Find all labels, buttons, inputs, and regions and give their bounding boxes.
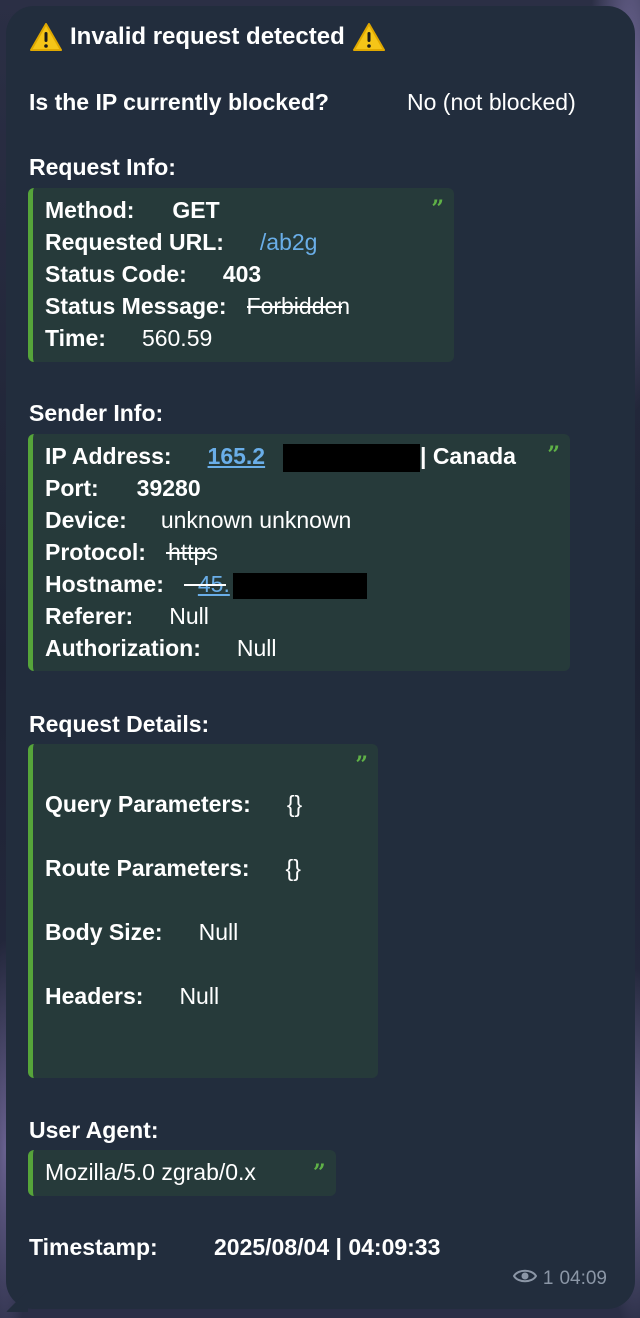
hostname-link[interactable]: 45. [183, 571, 230, 597]
hostname-row: Hostname: 45. [45, 570, 230, 598]
status-code-row: Status Code: 403 [45, 260, 261, 288]
quote-icon: ” [313, 1160, 326, 1186]
status-code-key: Status Code: [45, 261, 187, 287]
referer-key: Referer: [45, 603, 134, 629]
sender-info-quote[interactable]: ” IP Address: 165.2 | Canada Port: 39280 D… [28, 434, 570, 671]
time-row: Time: 560.59 [45, 324, 212, 352]
blocked-question: Is the IP currently blocked? [29, 89, 329, 115]
request-details-quote[interactable]: ” Query Parameters: {} Route Parameters: {… [28, 744, 378, 1078]
query-value: {} [286, 791, 303, 817]
device-row: Device: unknown unknown [45, 506, 351, 534]
title-text: Invalid request detected [70, 23, 345, 50]
query-key: Query Parameters: [45, 791, 251, 817]
blocked-answer: No (not blocked) [407, 89, 576, 115]
request-info-quote[interactable]: ” Method: GET Requested URL: /ab2g Status … [28, 188, 454, 362]
status-code-value: 403 [222, 261, 262, 287]
referer-value: Null [169, 603, 209, 629]
time-value: 560.59 [141, 325, 213, 351]
ip-link[interactable]: 165.2 [208, 443, 266, 469]
method-key: Method: [45, 197, 135, 223]
message-time: 04:09 [559, 1268, 607, 1289]
message-title: Invalid request detected [30, 22, 385, 52]
request-info-label: Request Info: [29, 154, 176, 180]
url-key: Requested URL: [45, 229, 224, 255]
user-agent-value: Mozilla/5.0 zgrab/0.x [45, 1159, 256, 1185]
status-message-key: Status Message: [45, 293, 227, 319]
body-size-row: Body Size: Null [45, 918, 238, 946]
route-row: Route Parameters: {} [45, 854, 301, 882]
user-agent-quote[interactable]: Mozilla/5.0 zgrab/0.x ” [28, 1150, 336, 1196]
headers-key: Headers: [45, 983, 144, 1009]
message-bubble[interactable]: Invalid request detected Is the IP curre… [6, 6, 635, 1312]
route-key: Route Parameters: [45, 855, 250, 881]
port-key: Port: [45, 475, 99, 501]
quote-icon: ” [431, 196, 444, 222]
ip-country: | Canada [420, 443, 516, 469]
warning-icon [30, 22, 62, 52]
request-details-label: Request Details: [29, 711, 210, 737]
status-message-value: Forbidden [246, 293, 351, 319]
timestamp-label: Timestamp: [29, 1234, 158, 1260]
body-size-value: Null [198, 919, 239, 945]
quote-icon: ” [355, 752, 368, 778]
status-message-row: Status Message: Forbidden [45, 292, 350, 320]
message-meta: 1 04:09 [512, 1268, 607, 1290]
query-row: Query Parameters: {} [45, 790, 302, 818]
redaction-box [283, 444, 420, 472]
sender-info-label: Sender Info: [29, 400, 164, 426]
view-count: 1 [542, 1268, 554, 1289]
route-value: {} [285, 855, 301, 881]
referer-row: Referer: Null [45, 602, 209, 630]
url-row: Requested URL: /ab2g [45, 228, 317, 256]
quote-icon: ” [547, 442, 560, 468]
time-key: Time: [45, 325, 106, 351]
headers-value: Null [179, 983, 220, 1009]
timestamp-value: 2025/08/04 | 04:09:33 [214, 1234, 441, 1260]
redaction-box [233, 573, 367, 599]
authorization-key: Authorization: [45, 635, 201, 661]
headers-row: Headers: Null [45, 982, 219, 1010]
warning-icon [352, 22, 385, 52]
device-value: unknown unknown [160, 507, 352, 533]
port-row: Port: 39280 [45, 474, 201, 502]
ip-key: IP Address: [45, 443, 172, 469]
protocol-row: Protocol: https [45, 538, 218, 566]
ip-row: IP Address: 165.2 [45, 442, 265, 470]
hostname-key: Hostname: [45, 571, 164, 597]
body-size-key: Body Size: [45, 919, 163, 945]
method-value: GET [172, 197, 220, 223]
method-row: Method: GET [45, 196, 220, 224]
eye-icon [512, 1268, 538, 1290]
protocol-key: Protocol: [45, 539, 146, 565]
port-value: 39280 [136, 475, 201, 501]
url-link[interactable]: /ab2g [260, 229, 318, 255]
user-agent-label: User Agent: [29, 1117, 159, 1143]
protocol-value: https [165, 539, 218, 565]
device-key: Device: [45, 507, 127, 533]
authorization-value: Null [236, 635, 277, 661]
authorization-row: Authorization: Null [45, 634, 276, 662]
